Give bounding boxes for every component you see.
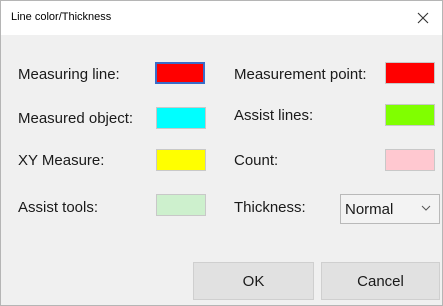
close-icon bbox=[417, 12, 429, 24]
cancel-button[interactable]: Cancel bbox=[321, 262, 440, 300]
measuring-line-color-swatch[interactable] bbox=[155, 62, 205, 84]
count-color-swatch[interactable] bbox=[385, 149, 435, 171]
assist-tools-label: Assist tools: bbox=[18, 199, 99, 216]
count-label: Count: bbox=[234, 152, 279, 169]
assist-tools-color-swatch[interactable] bbox=[156, 194, 206, 216]
thickness-label: Thickness: bbox=[234, 199, 306, 216]
measured-object-color-swatch[interactable] bbox=[156, 107, 206, 129]
line-color-thickness-dialog: Line color/Thickness Measuring line: Mea… bbox=[0, 0, 443, 306]
close-button[interactable] bbox=[410, 5, 436, 31]
assist-lines-color-swatch[interactable] bbox=[385, 104, 435, 126]
xy-measure-label: XY Measure: bbox=[18, 152, 105, 169]
measuring-line-label: Measuring line: bbox=[18, 66, 120, 83]
measurement-point-color-swatch[interactable] bbox=[385, 62, 435, 84]
thickness-selected-value: Normal bbox=[345, 201, 394, 218]
title-bar: Line color/Thickness bbox=[1, 1, 442, 35]
chevron-down-icon bbox=[421, 205, 431, 211]
measurement-point-label: Measurement point: bbox=[234, 66, 367, 83]
xy-measure-color-swatch[interactable] bbox=[156, 149, 206, 171]
assist-lines-label: Assist lines: bbox=[234, 107, 314, 124]
ok-button[interactable]: OK bbox=[193, 262, 314, 300]
thickness-select[interactable]: Normal bbox=[340, 194, 440, 224]
window-title: Line color/Thickness bbox=[11, 11, 112, 23]
measured-object-label: Measured object: bbox=[18, 110, 134, 127]
